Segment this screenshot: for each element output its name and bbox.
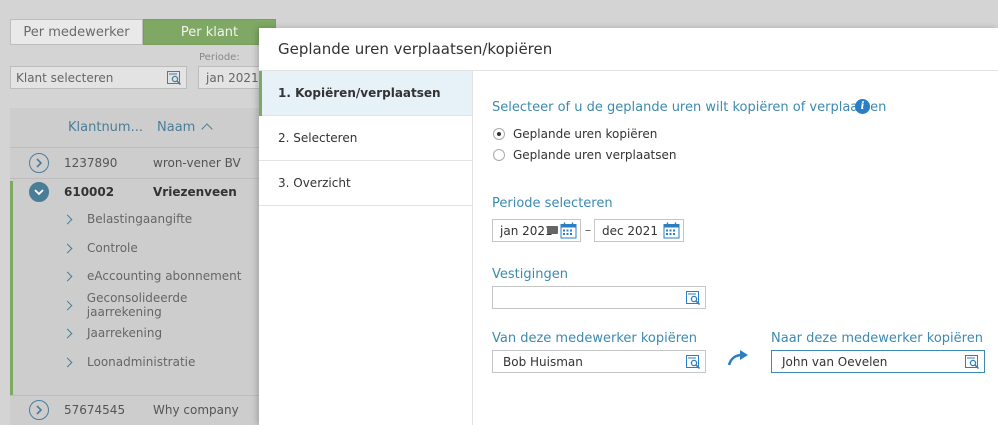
client-select-field[interactable]: Klant selecteren <box>10 66 187 89</box>
collapse-icon[interactable] <box>29 182 49 202</box>
from-employee-value: Bob Huisman <box>503 354 583 369</box>
client-list: Klantnum... Naam 1237890 wron-vener BV 6… <box>10 108 260 425</box>
sub-item[interactable]: Loonadministratie <box>62 350 196 374</box>
sub-item[interactable]: eAccounting abonnement <box>62 264 242 288</box>
option-move-label: Geplande uren verplaatsen <box>513 148 677 162</box>
sub-item-label: Controle <box>87 241 138 255</box>
step-content: Selecteer of u de geplande uren wilt kop… <box>473 71 998 425</box>
expanded-indicator <box>10 181 13 395</box>
client-number: 57674545 <box>64 403 126 417</box>
sub-item[interactable]: Geconsolideerde jaarrekening <box>62 291 260 319</box>
client-name: Why company <box>153 403 239 417</box>
step-overzicht[interactable]: 3. Overzicht <box>259 161 472 206</box>
dialog-title: Geplande uren verplaatsen/kopiëren <box>259 28 998 71</box>
periode-label: Periode: <box>199 52 240 63</box>
choice-label: Selecteer of u de geplande uren wilt kop… <box>492 100 887 115</box>
vestigingen-label: Vestigingen <box>492 267 568 282</box>
sub-item[interactable]: Controle <box>62 236 138 260</box>
radio-checked-icon[interactable] <box>493 128 505 140</box>
step-kopieren-verplaatsen[interactable]: 1. Kopiëren/verplaatsen <box>259 71 472 116</box>
chevron-right-icon <box>62 300 73 310</box>
calendar-icon[interactable] <box>663 222 680 242</box>
lookup-icon[interactable] <box>686 291 701 308</box>
expand-icon[interactable] <box>29 400 49 420</box>
view-toggle: Per medewerker Per klant <box>10 19 276 45</box>
calendar-icon[interactable] <box>560 222 577 242</box>
chevron-right-icon <box>62 214 73 224</box>
sub-item-label: eAccounting abonnement <box>87 269 242 283</box>
sub-item[interactable]: Jaarrekening <box>62 321 163 345</box>
radio-unchecked-icon[interactable] <box>493 149 505 161</box>
client-name: Vriezenveen <box>153 185 237 199</box>
period-to-field[interactable]: dec 2021 <box>594 219 684 242</box>
client-row[interactable]: 57674545 Why company <box>10 396 260 424</box>
sub-item-label: Jaarrekening <box>87 326 163 340</box>
period-separator: – <box>585 223 591 237</box>
chevron-right-icon <box>62 328 73 338</box>
period-from-value: jan 2021 <box>500 223 553 238</box>
chevron-right-icon <box>62 243 73 253</box>
info-icon[interactable]: i <box>855 99 870 114</box>
to-employee-value: John van Oevelen <box>782 354 888 369</box>
lookup-icon[interactable] <box>167 71 182 88</box>
from-employee-label: Van deze medewerker kopiëren <box>492 331 698 346</box>
sub-item-label: Geconsolideerde jaarrekening <box>86 291 188 319</box>
expand-icon[interactable] <box>29 153 49 173</box>
chevron-right-icon <box>62 271 73 281</box>
client-row[interactable]: 610002 Vriezenveen <box>10 178 260 206</box>
client-number: 1237890 <box>64 156 118 170</box>
option-copy[interactable]: Geplande uren kopiëren <box>493 127 657 141</box>
column-header-name[interactable]: Naam <box>157 120 213 135</box>
wizard-steps: 1. Kopiëren/verplaatsen 2. Selecteren 3.… <box>259 71 473 425</box>
from-employee-field[interactable]: Bob Huisman <box>492 350 706 373</box>
periode-select[interactable]: jan 2021 <box>198 66 260 89</box>
tab-per-medewerker[interactable]: Per medewerker <box>10 19 143 45</box>
column-header-number[interactable]: Klantnum... <box>68 120 143 135</box>
to-employee-field[interactable]: John van Oevelen <box>771 350 985 373</box>
lookup-icon[interactable] <box>965 355 980 372</box>
sub-item[interactable]: Belastingaangifte <box>62 207 193 231</box>
tab-per-klant[interactable]: Per klant <box>143 19 276 45</box>
column-header-name-label: Naam <box>157 120 196 135</box>
sub-item-label: Loonadministratie <box>87 355 196 369</box>
divider <box>10 147 260 148</box>
to-employee-label: Naar deze medewerker kopiëren <box>771 331 983 346</box>
period-label: Periode selecteren <box>492 196 613 211</box>
client-select-placeholder: Klant selecteren <box>16 70 114 85</box>
sort-ascending-icon <box>201 123 213 135</box>
period-to-value: dec 2021 <box>602 223 658 238</box>
chevron-right-icon <box>62 357 73 367</box>
client-name: wron-vener BV <box>153 156 241 170</box>
sub-item-label: Belastingaangifte <box>87 212 193 226</box>
arrow-right-icon <box>727 349 749 370</box>
lookup-icon[interactable] <box>686 355 701 372</box>
vestigingen-field[interactable] <box>492 286 706 309</box>
client-number: 610002 <box>64 185 115 199</box>
move-copy-hours-dialog: Geplande uren verplaatsen/kopiëren 1. Ko… <box>259 28 998 425</box>
option-copy-label: Geplande uren kopiëren <box>513 127 658 141</box>
period-from-field[interactable]: jan 2021 <box>492 219 581 242</box>
ellipsis-icon <box>547 226 558 234</box>
option-move[interactable]: Geplande uren verplaatsen <box>493 148 677 162</box>
client-row[interactable]: 1237890 wron-vener BV <box>10 149 260 177</box>
step-selecteren[interactable]: 2. Selecteren <box>259 116 472 161</box>
